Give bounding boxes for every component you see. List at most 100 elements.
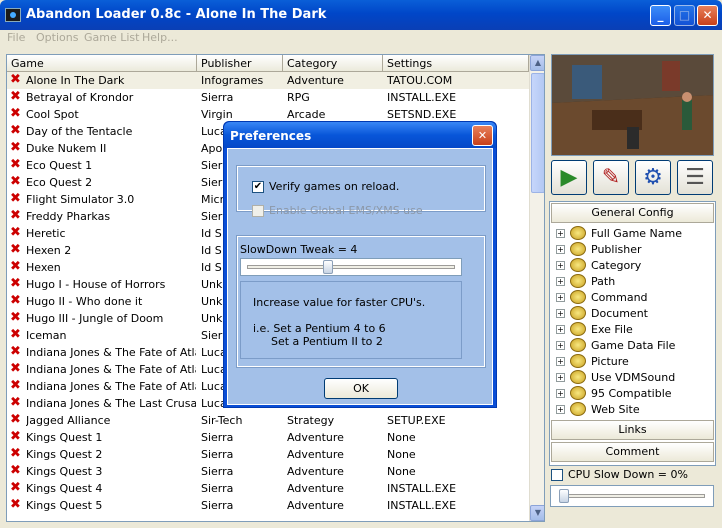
table-row[interactable]: ✖ Kings Quest 3 Sierra Adventure None bbox=[7, 463, 529, 480]
expand-icon[interactable]: + bbox=[556, 405, 565, 414]
settings-button[interactable]: ⚙ bbox=[635, 160, 671, 195]
scroll-thumb[interactable] bbox=[531, 73, 544, 193]
not-found-icon: ✖ bbox=[10, 498, 21, 511]
expand-icon[interactable]: + bbox=[556, 309, 565, 318]
table-row[interactable]: ✖ Alone In The Dark Infogrames Adventure TAT… bbox=[7, 72, 529, 89]
cell-game: Kings Quest 3 bbox=[26, 465, 103, 478]
folder-icon bbox=[570, 370, 586, 384]
tree-item[interactable]: + Command bbox=[556, 290, 711, 306]
tree-item[interactable]: + Full Game Name bbox=[556, 226, 711, 242]
column-publisher[interactable]: Publisher bbox=[197, 55, 283, 72]
minimize-button[interactable]: _ bbox=[650, 5, 671, 26]
table-row[interactable]: ✖ Jagged Alliance Sir-Tech Strategy SETUP.EX… bbox=[7, 412, 529, 429]
menu-options[interactable]: Options bbox=[36, 31, 78, 44]
column-game[interactable]: Game bbox=[7, 55, 197, 72]
window-title: Abandon Loader 0.8c - Alone In The Dark bbox=[26, 7, 327, 22]
tree-item-label: Web Site bbox=[591, 403, 640, 416]
slider-thumb[interactable] bbox=[323, 260, 333, 274]
hint-box: Increase value for faster CPU's. i.e. Se… bbox=[240, 281, 462, 359]
cell-publisher: Sierra bbox=[201, 91, 234, 104]
not-found-icon: ✖ bbox=[10, 73, 21, 86]
not-found-icon: ✖ bbox=[10, 413, 21, 426]
tree-item[interactable]: +95 Compatible bbox=[556, 386, 711, 402]
expand-icon[interactable]: + bbox=[556, 341, 565, 350]
tree-item[interactable]: + Document bbox=[556, 306, 711, 322]
scroll-up-icon[interactable]: ▲ bbox=[530, 55, 544, 71]
table-row[interactable]: ✖ Kings Quest 4 Sierra Adventure INSTALL.EXE bbox=[7, 480, 529, 497]
tree-item[interactable]: + Web Site bbox=[556, 402, 711, 418]
cell-category: RPG bbox=[287, 91, 310, 104]
expand-icon[interactable]: + bbox=[556, 389, 565, 398]
maximize-button[interactable]: □ bbox=[674, 5, 695, 26]
not-found-icon: ✖ bbox=[10, 141, 21, 154]
not-found-icon: ✖ bbox=[10, 481, 21, 494]
links-button[interactable]: Links bbox=[551, 420, 714, 440]
close-button[interactable]: ✕ bbox=[697, 5, 718, 26]
tree-item-label: Picture bbox=[591, 355, 629, 368]
column-category[interactable]: Category bbox=[283, 55, 383, 72]
expand-icon[interactable]: + bbox=[556, 373, 565, 382]
cpu-slowdown-slider[interactable] bbox=[550, 485, 714, 507]
cell-game: Duke Nukem II bbox=[26, 142, 107, 155]
tree-item-label: Exe File bbox=[591, 323, 633, 336]
menu-file[interactable]: File bbox=[7, 31, 25, 44]
expand-icon[interactable]: + bbox=[556, 277, 565, 286]
expand-icon[interactable]: + bbox=[556, 293, 565, 302]
not-found-icon: ✖ bbox=[10, 345, 21, 358]
table-row[interactable]: ✖ Kings Quest 2 Sierra Adventure None bbox=[7, 446, 529, 463]
slider-thumb[interactable] bbox=[559, 489, 569, 503]
folder-icon bbox=[570, 226, 586, 240]
general-config-button[interactable]: General Config bbox=[551, 203, 714, 223]
play-button[interactable]: ▶ bbox=[551, 160, 587, 195]
menu-help[interactable]: Help... bbox=[142, 31, 178, 44]
cell-category: Adventure bbox=[287, 465, 344, 478]
settings-gear-icon: ⚙ bbox=[643, 165, 663, 190]
cell-category: Arcade bbox=[287, 108, 326, 121]
cell-settings: None bbox=[387, 465, 416, 478]
comment-button[interactable]: Comment bbox=[551, 442, 714, 462]
ems-label: Enable Global EMS/XMS use bbox=[269, 204, 423, 217]
expand-icon[interactable]: + bbox=[556, 325, 565, 334]
table-row[interactable]: ✖ Betrayal of Krondor Sierra RPG INSTALL.EXE bbox=[7, 89, 529, 106]
not-found-icon: ✖ bbox=[10, 107, 21, 120]
expand-icon[interactable]: + bbox=[556, 245, 565, 254]
cpu-slowdown-checkbox[interactable] bbox=[551, 469, 563, 481]
cell-game: Kings Quest 1 bbox=[26, 431, 103, 444]
cell-settings: None bbox=[387, 431, 416, 444]
not-found-icon: ✖ bbox=[10, 447, 21, 460]
column-settings[interactable]: Settings bbox=[383, 55, 529, 72]
notes-button[interactable]: ☰ bbox=[677, 160, 713, 195]
folder-icon bbox=[570, 402, 586, 416]
cell-game: Kings Quest 5 bbox=[26, 499, 103, 512]
expand-icon[interactable]: + bbox=[556, 229, 565, 238]
cell-publisher: Sierra bbox=[201, 499, 234, 512]
tree-item[interactable]: + Category bbox=[556, 258, 711, 274]
expand-icon[interactable]: + bbox=[556, 261, 565, 270]
table-row[interactable]: ✖ Kings Quest 5 Sierra Adventure INSTALL.EXE bbox=[7, 497, 529, 514]
tree-item[interactable]: + Picture bbox=[556, 354, 711, 370]
ems-checkbox[interactable] bbox=[252, 205, 264, 217]
cell-category: Adventure bbox=[287, 482, 344, 495]
cell-game: Hugo II - Who done it bbox=[26, 295, 143, 308]
scroll-down-icon[interactable]: ▼ bbox=[530, 505, 544, 521]
menu-game-list[interactable]: Game List bbox=[84, 31, 139, 44]
not-found-icon: ✖ bbox=[10, 328, 21, 341]
tree-item[interactable]: + Game Data File bbox=[556, 338, 711, 354]
verify-label: Verify games on reload. bbox=[269, 180, 400, 193]
ok-button[interactable]: OK bbox=[324, 378, 398, 399]
verify-checkbox[interactable]: ✔ bbox=[252, 181, 264, 193]
edit-button[interactable]: ✎ bbox=[593, 160, 629, 195]
vertical-scrollbar[interactable]: ▲ ▼ bbox=[529, 55, 544, 521]
dialog-close-button[interactable]: ✕ bbox=[472, 125, 493, 146]
tree-item[interactable]: + Publisher bbox=[556, 242, 711, 258]
cell-category: Adventure bbox=[287, 431, 344, 444]
table-row[interactable]: ✖ Kings Quest 1 Sierra Adventure None bbox=[7, 429, 529, 446]
tree-item[interactable]: + Exe File bbox=[556, 322, 711, 338]
tree-item[interactable]: + Path bbox=[556, 274, 711, 290]
cell-publisher: Sierra bbox=[201, 482, 234, 495]
tree-item[interactable]: + Use VDMSound bbox=[556, 370, 711, 386]
expand-icon[interactable]: + bbox=[556, 357, 565, 366]
slowdown-slider[interactable] bbox=[240, 258, 462, 276]
not-found-icon: ✖ bbox=[10, 379, 21, 392]
not-found-icon: ✖ bbox=[10, 362, 21, 375]
